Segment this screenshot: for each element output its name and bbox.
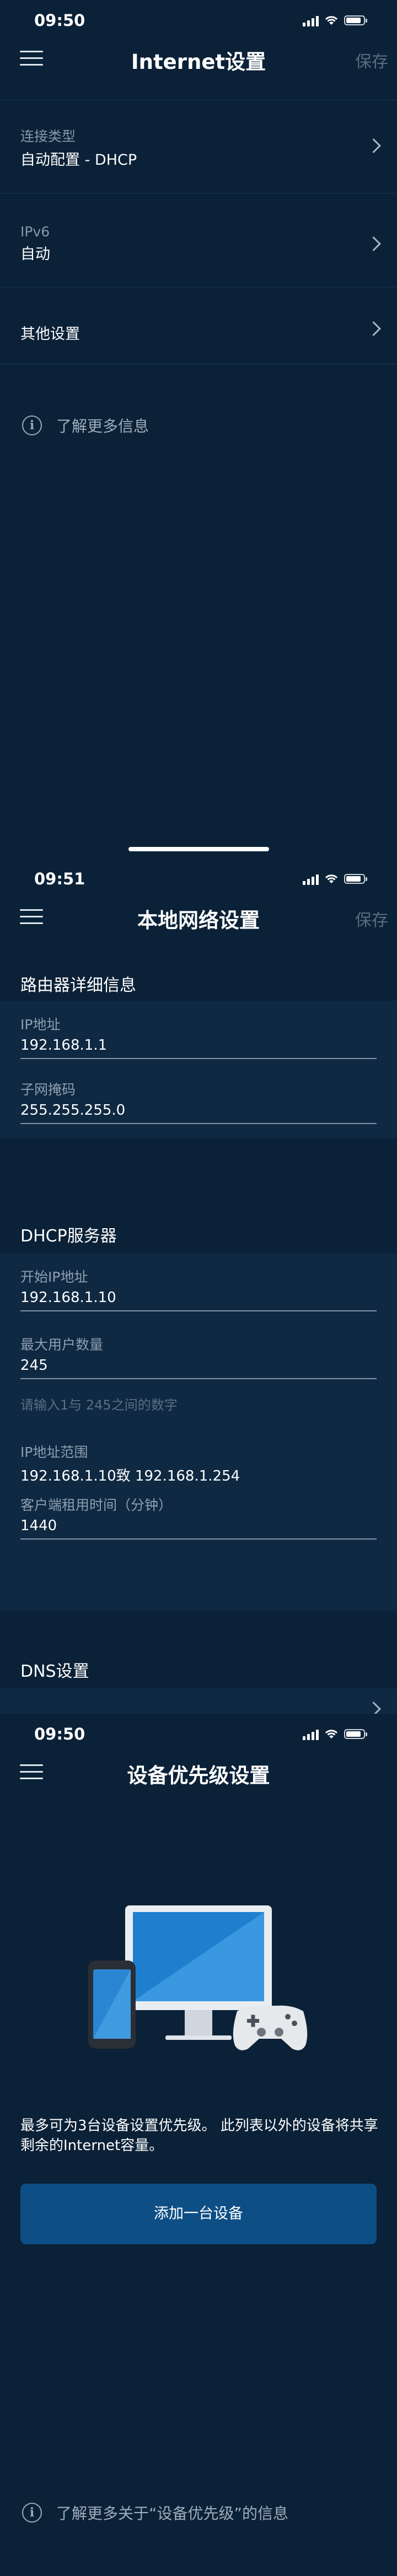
field-label: IP地址范围	[20, 1444, 88, 1460]
local-network-settings-screen: 09:51 本地网络设置 保存 路由器详细信息 IP地址 192.168.1.1	[0, 858, 397, 1714]
nav-bar: Internet设置 保存	[0, 43, 397, 74]
learn-more-link[interactable]: i 了解更多信息	[22, 414, 149, 436]
internet-settings-screen: 09:50 Internet设置 保存 连接类型 自动配置 - DHCP IPv…	[0, 0, 397, 858]
connection-type-row[interactable]: 连接类型 自动配置 - DHCP	[0, 126, 397, 170]
signal-icon	[303, 873, 319, 885]
status-time: 09:50	[34, 1725, 85, 1743]
divider	[0, 99, 397, 100]
page-title: 设备优先级设置	[127, 1764, 270, 1787]
info-icon: i	[22, 2503, 42, 2523]
divider	[0, 193, 397, 194]
lease-time-field[interactable]: 客户端租用时间（分钟） 1440	[20, 1494, 377, 1540]
learn-more-text: 了解更多信息	[56, 417, 149, 435]
status-bar: 09:50	[0, 1714, 397, 1757]
status-time: 09:51	[34, 870, 85, 888]
field-value: 1440	[20, 1517, 57, 1534]
start-ip-field[interactable]: 开始IP地址 192.168.1.10	[20, 1266, 377, 1311]
learn-more-priority-link[interactable]: i 了解更多关于“设备优先级”的信息	[22, 2502, 288, 2524]
status-bar: 09:50	[0, 0, 397, 43]
field-label: 客户端租用时间（分钟）	[20, 1497, 173, 1513]
status-bar: 09:51	[0, 858, 397, 901]
field-value: 192.168.1.10	[20, 1289, 116, 1306]
divider	[0, 287, 397, 288]
divider	[0, 364, 397, 365]
max-users-hint: 请输入1与 245之间的数字	[20, 1397, 178, 1413]
learn-more-text: 了解更多关于“设备优先级”的信息	[56, 2504, 289, 2523]
router-details-group: IP地址 192.168.1.1 子网掩码 255.255.255.0	[0, 1001, 397, 1138]
field-value: 192.168.1.10致 192.168.1.254	[20, 1468, 240, 1484]
other-settings-row[interactable]: 其他设置	[0, 318, 397, 343]
page-title: 本地网络设置	[137, 909, 260, 932]
field-label: IP地址	[20, 1017, 61, 1033]
row-label: 其他设置	[20, 326, 80, 343]
row-value: 自动	[20, 246, 50, 263]
row-value: 自动配置 - DHCP	[20, 152, 137, 169]
battery-icon	[344, 874, 367, 884]
status-time: 09:50	[34, 11, 85, 30]
devices-illustration	[88, 1905, 308, 2050]
field-label: 开始IP地址	[20, 1269, 88, 1285]
dhcp-server-title: DHCP服务器	[20, 1227, 117, 1246]
row-label: 连接类型	[20, 128, 76, 144]
signal-icon	[303, 14, 319, 26]
priority-description: 最多可为3台设备设置优先级。 此列表以外的设备将共享剩余的Internet容量。	[20, 2118, 378, 2154]
field-label: 最大用户数量	[20, 1337, 104, 1353]
battery-icon	[344, 1729, 367, 1739]
save-button[interactable]: 保存	[355, 48, 388, 72]
dhcp-server-group: 开始IP地址 192.168.1.10 最大用户数量 245 请输入1与 245…	[0, 1253, 397, 1611]
row-label: IPv6	[20, 224, 50, 240]
field-value: 245	[20, 1357, 48, 1374]
wifi-icon	[325, 16, 338, 25]
wifi-icon	[325, 1730, 338, 1738]
chevron-right-icon	[366, 1702, 381, 1714]
battery-icon	[344, 15, 367, 25]
ip-range-field: IP地址范围 192.168.1.10致 192.168.1.254	[20, 1441, 377, 1484]
field-value: 192.168.1.1	[20, 1037, 108, 1054]
field-value: 255.255.255.0	[20, 1102, 126, 1119]
ip-address-field[interactable]: IP地址 192.168.1.1	[20, 1014, 377, 1059]
max-users-field[interactable]: 最大用户数量 245	[20, 1334, 377, 1379]
device-priority-screen: 09:50 设备优先级设置 最多可为3台设备设置优先级。 此列表以外的设备将共享…	[0, 1714, 397, 2576]
signal-icon	[303, 1728, 319, 1740]
info-icon: i	[22, 415, 42, 435]
wifi-icon	[325, 874, 338, 883]
add-device-button[interactable]: 添加一台设备	[20, 2184, 377, 2244]
dns-settings-title: DNS设置	[20, 1662, 89, 1681]
nav-bar: 本地网络设置 保存	[0, 901, 397, 932]
nav-bar: 设备优先级设置	[0, 1757, 397, 1787]
dns-settings-group[interactable]	[0, 1688, 397, 1714]
save-button[interactable]: 保存	[355, 906, 388, 931]
ipv6-row[interactable]: IPv6 自动	[0, 224, 397, 268]
subnet-mask-field[interactable]: 子网掩码 255.255.255.0	[20, 1079, 377, 1124]
home-indicator	[128, 847, 269, 851]
field-label: 子网掩码	[20, 1082, 76, 1098]
page-title: Internet设置	[131, 50, 266, 74]
router-details-title: 路由器详细信息	[20, 976, 136, 995]
